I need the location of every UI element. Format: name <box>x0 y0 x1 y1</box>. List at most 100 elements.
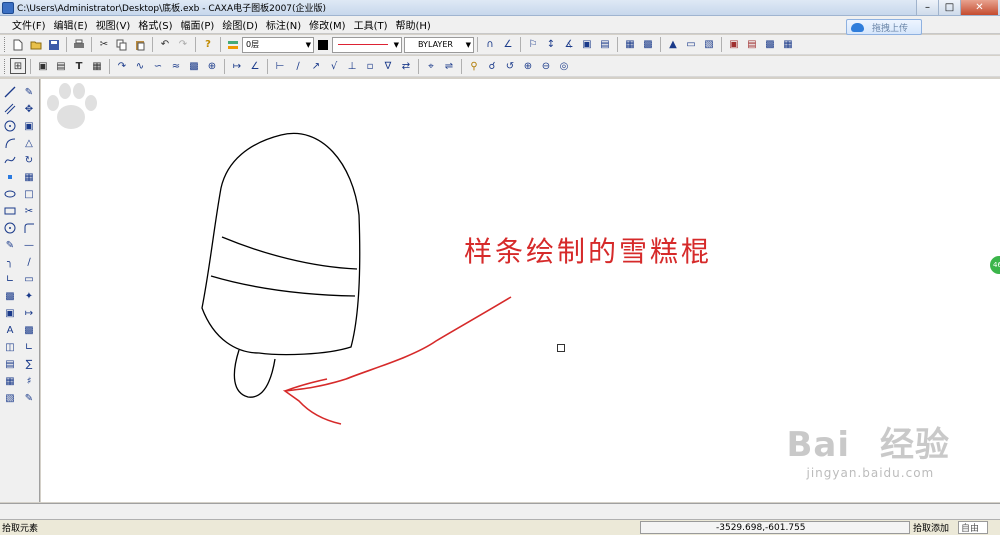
parts-list-icon[interactable]: ▩ <box>762 37 778 53</box>
text-style-icon[interactable]: ▣ <box>35 58 51 74</box>
menu-draw[interactable]: 绘图(D) <box>220 17 264 32</box>
text-tool-icon[interactable]: A <box>3 323 17 337</box>
save-icon[interactable] <box>46 37 62 53</box>
query-distance-icon[interactable]: ↕ <box>543 37 559 53</box>
dim-style-icon[interactable]: ▤ <box>53 58 69 74</box>
datum-icon[interactable]: ⊥ <box>344 58 360 74</box>
undo-icon[interactable]: ↶ <box>157 37 173 53</box>
angle-dim-icon[interactable]: ∠ <box>247 58 263 74</box>
table-icon[interactable]: ▦ <box>89 58 105 74</box>
circle-tool-icon[interactable] <box>3 119 17 133</box>
open-folder-icon[interactable] <box>28 37 44 53</box>
mirror-icon[interactable]: △ <box>22 136 36 150</box>
ellipse-tool-icon[interactable] <box>3 187 17 201</box>
roughness-icon[interactable]: √ <box>326 58 342 74</box>
library-icon[interactable]: ▧ <box>701 37 717 53</box>
erase-tool-icon[interactable]: ◫ <box>3 340 17 354</box>
rectangle-tool-icon[interactable] <box>3 204 17 218</box>
move-icon[interactable]: ✥ <box>22 102 36 116</box>
menu-help[interactable]: 帮助(H) <box>394 17 437 32</box>
chamfer-icon[interactable]: ∑ <box>22 357 36 371</box>
copy-icon[interactable] <box>114 37 130 53</box>
line-tool-icon[interactable] <box>3 85 17 99</box>
break-icon[interactable]: — <box>22 238 36 252</box>
dimension-tool-icon[interactable]: ∟ <box>3 272 17 286</box>
copy-object-icon[interactable]: ▣ <box>22 119 36 133</box>
spline-icon[interactable]: ∽ <box>150 58 166 74</box>
linetype-select[interactable]: BYLAYER ▼ <box>404 36 474 53</box>
snap-mode-select[interactable]: 自由 <box>958 521 988 534</box>
arc-curve-icon[interactable]: ↷ <box>114 58 130 74</box>
query-properties-icon[interactable]: ▤ <box>597 37 613 53</box>
view-icon[interactable]: ⊞ <box>10 58 26 74</box>
leader-icon[interactable]: ↗ <box>308 58 324 74</box>
hatch-tool-icon[interactable]: ╮ <box>3 255 17 269</box>
extend-icon[interactable]: ↦ <box>22 306 36 320</box>
paste-icon[interactable] <box>132 37 148 53</box>
polygon-tool-icon[interactable] <box>3 221 17 235</box>
title-block-icon[interactable]: ▤ <box>744 37 760 53</box>
zoom-in-icon[interactable]: ⊕ <box>520 58 536 74</box>
menu-modify[interactable]: 修改(M) <box>307 17 351 32</box>
point-tool-icon[interactable] <box>3 170 17 184</box>
query-point-icon[interactable]: ⚐ <box>525 37 541 53</box>
help-pointer-icon[interactable]: ? <box>200 37 216 53</box>
tolerance-icon[interactable]: ▫ <box>362 58 378 74</box>
table-tool-icon[interactable]: ▦ <box>3 374 17 388</box>
layer-select[interactable]: 0层 ▼ <box>242 36 314 53</box>
menu-file[interactable]: 文件(F) <box>10 17 52 32</box>
text-icon[interactable]: T <box>71 58 87 74</box>
command-bar[interactable] <box>0 503 1000 519</box>
query-angle-icon[interactable]: ∡ <box>561 37 577 53</box>
coord-dim-icon[interactable]: ⊢ <box>272 58 288 74</box>
zoom-previous-icon[interactable]: ↺ <box>502 58 518 74</box>
balloon-icon[interactable]: ▦ <box>780 37 796 53</box>
pen-tool-icon[interactable]: ✎ <box>22 85 36 99</box>
snap-icon[interactable]: ∩ <box>482 37 498 53</box>
parallel-line-icon[interactable] <box>3 102 17 116</box>
attribute-tool-icon[interactable]: ▧ <box>3 391 17 405</box>
query-area-icon[interactable]: ▣ <box>579 37 595 53</box>
trim-icon[interactable]: ✂ <box>22 204 36 218</box>
chamfer-dim-icon[interactable]: ∕ <box>290 58 306 74</box>
section-icon[interactable]: ⇄ <box>398 58 414 74</box>
print-icon[interactable] <box>71 37 87 53</box>
lengthen-icon[interactable]: ∟ <box>22 340 36 354</box>
pick-mode[interactable]: 拾取添加 <box>910 521 958 534</box>
rotate-icon[interactable]: ↻ <box>22 153 36 167</box>
close-button[interactable]: ✕ <box>960 0 998 15</box>
redo-icon[interactable]: ↷ <box>175 37 191 53</box>
center-line-icon[interactable]: ⊕ <box>204 58 220 74</box>
wave-icon[interactable]: ∿ <box>132 58 148 74</box>
menu-format[interactable]: 格式(S) <box>136 17 178 32</box>
pan-icon[interactable]: ⌖ <box>423 58 439 74</box>
zoom-out-icon[interactable]: ⊖ <box>538 58 554 74</box>
centerline-tool-icon[interactable]: ✎ <box>3 238 17 252</box>
spline-tool-icon[interactable] <box>3 153 17 167</box>
tag-icon[interactable]: ♯ <box>22 374 36 388</box>
scale-icon[interactable]: □ <box>22 187 36 201</box>
redraw-icon[interactable]: ⇌ <box>441 58 457 74</box>
ole-object-icon[interactable]: ▭ <box>683 37 699 53</box>
align-icon[interactable]: ▩ <box>22 323 36 337</box>
explode-icon[interactable]: ✦ <box>22 289 36 303</box>
zoom-all-icon[interactable]: ◎ <box>556 58 572 74</box>
stretch-icon[interactable]: ∕ <box>22 255 36 269</box>
menu-view[interactable]: 视图(V) <box>94 17 137 32</box>
zoom-realtime-icon[interactable]: ☌ <box>484 58 500 74</box>
weld-icon[interactable]: ∇ <box>380 58 396 74</box>
arc-tool-icon[interactable] <box>3 136 17 150</box>
linear-dim-icon[interactable]: ↦ <box>229 58 245 74</box>
fillet-icon[interactable] <box>22 221 36 235</box>
zigzag-icon[interactable]: ≈ <box>168 58 184 74</box>
color-swatch[interactable] <box>318 39 328 50</box>
menu-dimension[interactable]: 标注(N) <box>264 17 307 32</box>
offset-icon[interactable]: ▭ <box>22 272 36 286</box>
drawing-canvas[interactable]: 样条绘制的雪糕棍 46 Bai 经验 jingyan.baidu.com <box>41 79 1000 502</box>
block-create-icon[interactable]: ▩ <box>640 37 656 53</box>
block-tool-icon[interactable]: ▩ <box>3 289 17 303</box>
ortho-icon[interactable]: ∠ <box>500 37 516 53</box>
image-tool-icon[interactable]: ▣ <box>3 306 17 320</box>
menu-tools[interactable]: 工具(T) <box>352 17 394 32</box>
cut-icon[interactable]: ✂ <box>96 37 112 53</box>
